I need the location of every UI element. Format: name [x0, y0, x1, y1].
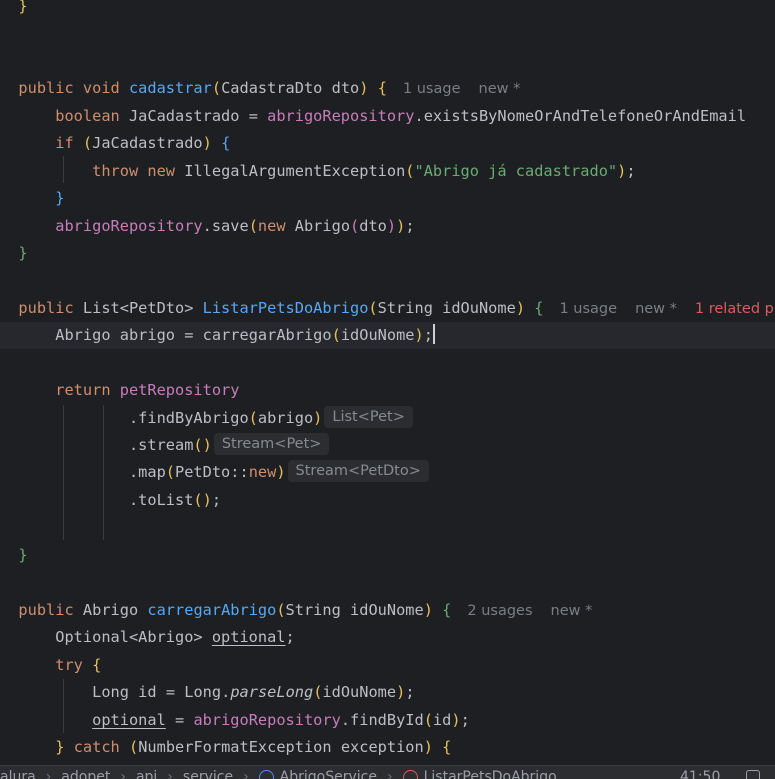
method-call[interactable]: .findByAbrigo: [129, 409, 249, 427]
code-line[interactable]: public List<PetDto> ListarPetsDoAbrigo(S…: [0, 295, 775, 322]
code-line[interactable]: }: [0, 185, 775, 212]
status-bar: alura›adopet›api›service›AbrigoService›L…: [0, 765, 775, 779]
code-line[interactable]: }: [0, 240, 775, 267]
type-name[interactable]: Optional<Abrigo>: [55, 628, 202, 646]
keyword: boolean: [55, 107, 119, 125]
variable-name: optional: [92, 711, 166, 729]
keyword: new: [258, 217, 286, 235]
type-name[interactable]: Abrigo: [295, 217, 350, 235]
keyword: if: [55, 134, 73, 152]
type-name[interactable]: Long: [92, 683, 129, 701]
type-name[interactable]: Abrigo: [83, 601, 138, 619]
keyword: public: [18, 601, 73, 619]
keyword: new: [147, 162, 175, 180]
code-line[interactable]: boolean JaCadastrado = abrigoRepository.…: [0, 103, 775, 130]
parameter-name: idOuNome: [350, 601, 424, 619]
code-line[interactable]: return petRepository: [0, 377, 775, 404]
method-call[interactable]: .toList: [129, 491, 193, 509]
usage-hint[interactable]: 1 usage: [403, 81, 461, 97]
keyword: return: [55, 381, 110, 399]
type-inlay-hint: Stream<Pet>: [214, 433, 330, 455]
usage-hint[interactable]: 2 usages: [467, 603, 532, 619]
argument: id: [433, 711, 451, 729]
keyword: new: [249, 463, 277, 481]
code-line[interactable]: .stream()Stream<Pet>: [0, 432, 775, 459]
parameter-name: dto: [332, 79, 360, 97]
method-call[interactable]: .save: [203, 217, 249, 235]
code-line[interactable]: try {: [0, 652, 775, 679]
method-name[interactable]: ListarPetsDoAbrigo: [203, 299, 369, 317]
type-name[interactable]: PetDto: [175, 463, 230, 481]
code-line[interactable]: Optional<Abrigo> optional;: [0, 624, 775, 651]
code-line[interactable]: if (JaCadastrado) {: [0, 130, 775, 157]
parameter-name: idOuNome: [442, 299, 516, 317]
keyword: catch: [74, 738, 120, 756]
type-inlay-hint: Stream<PetDto>: [288, 460, 429, 482]
code-line[interactable]: abrigoRepository.save(new Abrigo(dto));: [0, 213, 775, 240]
brace: }: [18, 0, 27, 15]
argument: abrigo: [258, 409, 313, 427]
variable-name: id: [138, 683, 156, 701]
author-hint[interactable]: new *: [551, 603, 593, 619]
keyword: public: [18, 299, 73, 317]
keyword: void: [83, 79, 120, 97]
code-line[interactable]: throw new IllegalArgumentException("Abri…: [0, 158, 775, 185]
code-line[interactable]: .findByAbrigo(abrigo)List<Pet>: [0, 405, 775, 432]
argument: idOuNome: [322, 683, 396, 701]
author-hint[interactable]: new *: [635, 301, 677, 317]
field-reference[interactable]: abrigoRepository: [55, 217, 202, 235]
method-call[interactable]: carregarAbrigo: [203, 326, 332, 344]
code-line-current[interactable]: Abrigo abrigo = carregarAbrigo(idOuNome)…: [0, 322, 775, 349]
type-name[interactable]: IllegalArgumentException: [184, 162, 405, 180]
text-cursor: [433, 324, 435, 344]
code-line[interactable]: .map(PetDto::new)Stream<PetDto>: [0, 459, 775, 486]
method-name[interactable]: cadastrar: [129, 79, 212, 97]
code-line[interactable]: .toList();: [0, 487, 775, 514]
code-line[interactable]: public void cadastrar(CadastraDto dto) {…: [0, 75, 775, 102]
code-line[interactable]: }: [0, 542, 775, 569]
parameter-name: exception: [341, 738, 424, 756]
method-call[interactable]: .map: [129, 463, 166, 481]
method-call[interactable]: .existsByNomeOrAndTelefoneOrAndEmail: [414, 107, 746, 125]
variable-name: JaCadastrado: [129, 107, 240, 125]
keyword: public: [18, 79, 73, 97]
variable-name: JaCadastrado: [92, 134, 203, 152]
type-name[interactable]: CadastraDto: [221, 79, 322, 97]
field-reference[interactable]: petRepository: [120, 381, 240, 399]
keyword: try: [55, 656, 83, 674]
field-reference[interactable]: abrigoRepository: [267, 107, 414, 125]
related-problem-hint[interactable]: 1 related problem: [695, 301, 775, 317]
method-call[interactable]: .stream: [129, 436, 193, 454]
code-line[interactable]: Long id = Long.parseLong(idOuNome);: [0, 679, 775, 706]
argument: dto: [359, 217, 387, 235]
variable-name: abrigo: [120, 326, 175, 344]
code-line[interactable]: }: [0, 0, 775, 20]
static-method-call[interactable]: parseLong: [230, 683, 313, 701]
method-name[interactable]: carregarAbrigo: [147, 601, 276, 619]
author-hint[interactable]: new *: [479, 81, 521, 97]
code-line[interactable]: public Abrigo carregarAbrigo(String idOu…: [0, 597, 775, 624]
type-name[interactable]: Long.: [184, 683, 230, 701]
type-inlay-hint: List<Pet>: [324, 406, 412, 428]
type-name[interactable]: String: [286, 601, 341, 619]
type-name[interactable]: NumberFormatException: [138, 738, 331, 756]
code-editor[interactable]: } public void cadastrar(CadastraDto dto)…: [0, 0, 775, 765]
keyword: throw: [92, 162, 138, 180]
field-reference[interactable]: abrigoRepository: [193, 711, 340, 729]
method-call[interactable]: .findById: [341, 711, 424, 729]
variable-name: optional: [212, 628, 286, 646]
argument: idOuNome: [341, 326, 415, 344]
string-literal: "Abrigo já cadastrado": [415, 162, 618, 180]
code-line[interactable]: optional = abrigoRepository.findById(id)…: [0, 707, 775, 734]
type-name[interactable]: List<PetDto>: [83, 299, 194, 317]
usage-hint[interactable]: 1 usage: [559, 301, 617, 317]
type-name[interactable]: Abrigo: [55, 326, 110, 344]
type-name[interactable]: String: [378, 299, 433, 317]
code-line[interactable]: } catch (NumberFormatException exception…: [0, 734, 775, 761]
